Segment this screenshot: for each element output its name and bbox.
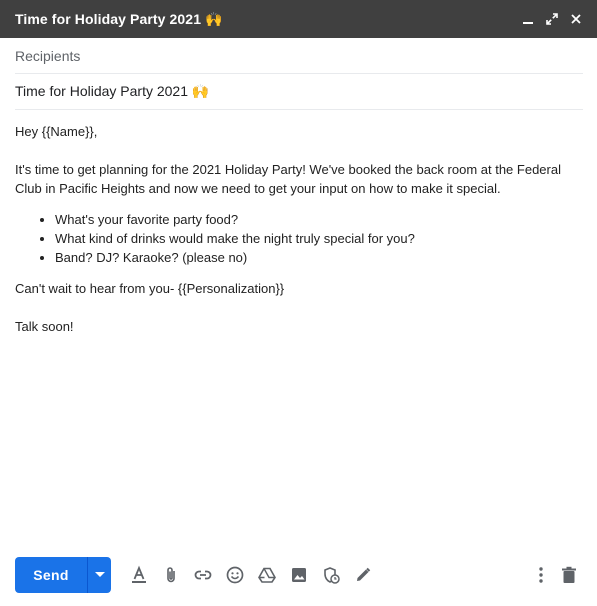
message-greeting: Hey {{Name}}, [15, 124, 98, 139]
message-paragraph: It's time to get planning for the 2021 H… [15, 162, 561, 196]
signature-icon[interactable] [347, 559, 379, 591]
minimize-icon[interactable] [521, 12, 535, 26]
compose-toolbar: Send [15, 557, 583, 593]
subject-field[interactable]: Time for Holiday Party 2021 🙌 [15, 74, 583, 110]
formatting-tools [123, 559, 379, 591]
toolbar-right [527, 559, 583, 591]
message-body[interactable]: Hey {{Name}}, It's time to get planning … [15, 122, 583, 336]
recipients-field[interactable]: Recipients [15, 38, 583, 74]
more-options-icon[interactable] [527, 559, 555, 591]
emoji-icon[interactable] [219, 559, 251, 591]
link-icon[interactable] [187, 559, 219, 591]
message-bullet-list: What's your favorite party food? What ki… [15, 210, 583, 267]
list-item: What's your favorite party food? [55, 210, 583, 229]
list-item: Band? DJ? Karaoke? (please no) [55, 248, 583, 267]
compose-titlebar[interactable]: Time for Holiday Party 2021 🙌 [0, 0, 597, 38]
window-title: Time for Holiday Party 2021 🙌 [15, 10, 223, 27]
photo-icon[interactable] [283, 559, 315, 591]
message-signoff: Talk soon! [15, 319, 74, 334]
trash-icon[interactable] [555, 559, 583, 591]
close-icon[interactable] [569, 12, 583, 26]
chevron-down-icon [94, 572, 105, 577]
confidential-icon[interactable] [315, 559, 347, 591]
recipients-placeholder: Recipients [15, 47, 81, 64]
send-button[interactable]: Send [15, 557, 87, 593]
subject-text: Time for Holiday Party 2021 🙌 [15, 83, 210, 99]
send-options-button[interactable] [87, 557, 111, 593]
message-closing: Can't wait to hear from you- {{Personali… [15, 281, 285, 296]
window-controls [521, 12, 583, 26]
list-item: What kind of drinks would make the night… [55, 229, 583, 248]
attach-icon[interactable] [155, 559, 187, 591]
formatting-icon[interactable] [123, 559, 155, 591]
expand-icon[interactable] [545, 12, 559, 26]
drive-icon[interactable] [251, 559, 283, 591]
send-button-group: Send [15, 557, 111, 593]
